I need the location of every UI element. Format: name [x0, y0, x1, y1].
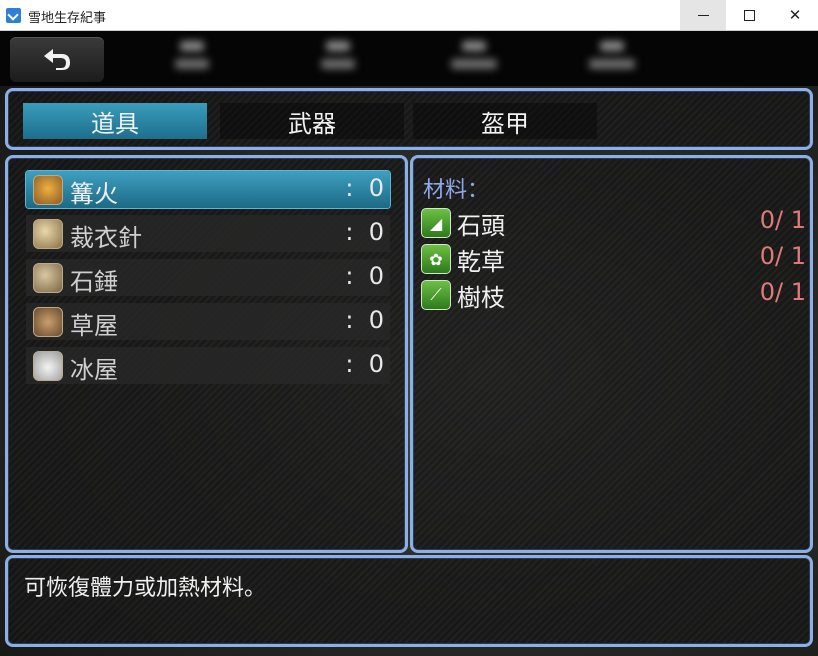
- game-screen: 道具 武器 盔甲 篝火 : 0 裁衣針 : 0 石錘 : 0 草屋 : 0 冰屋: [0, 31, 818, 656]
- materials-panel: 材料： ◢ 石頭 0/ 1 ✿ 乾草 0/ 1 ⟋ 樹枝 0/ 1: [410, 155, 813, 553]
- description-panel: 可恢復體力或加熱材料。: [5, 555, 813, 647]
- material-name: 石頭: [457, 212, 505, 240]
- item-row-grass-hut[interactable]: 草屋 : 0: [26, 303, 390, 340]
- material-row: ⟋ 樹枝 0/ 1: [421, 278, 806, 312]
- top-bar: [0, 31, 818, 86]
- category-tabs: 道具 武器 盔甲: [5, 88, 813, 150]
- item-row-campfire[interactable]: 篝火 : 0: [26, 171, 390, 208]
- item-description: 可恢復體力或加熱材料。: [24, 576, 267, 601]
- material-name: 乾草: [457, 248, 505, 276]
- maximize-icon: [743, 9, 755, 21]
- item-name: 冰屋: [70, 356, 118, 384]
- needle-icon: [33, 219, 63, 249]
- tab-armor[interactable]: 盔甲: [413, 103, 597, 139]
- material-name: 樹枝: [457, 284, 505, 312]
- close-button[interactable]: ✕: [772, 0, 818, 30]
- hut-icon: [33, 307, 63, 337]
- item-count: : 0: [345, 262, 384, 290]
- item-row-stone-hammer[interactable]: 石錘 : 0: [26, 259, 390, 296]
- item-count: : 0: [345, 306, 384, 334]
- minimize-button[interactable]: [680, 0, 726, 30]
- app-icon: [6, 8, 21, 23]
- material-count: 0/ 1: [759, 242, 806, 270]
- campfire-icon: [33, 175, 63, 205]
- stone-icon: ◢: [421, 208, 451, 238]
- hammer-icon: [33, 263, 63, 293]
- tab-label: 盔甲: [481, 109, 529, 138]
- hay-icon: ✿: [421, 244, 451, 274]
- material-row: ✿ 乾草 0/ 1: [421, 242, 806, 276]
- hidden-stat: [172, 39, 212, 75]
- hidden-stat: [448, 39, 500, 75]
- tab-label: 道具: [91, 109, 139, 138]
- item-name: 石錘: [70, 268, 118, 296]
- window-title: 雪地生存紀事: [28, 11, 107, 26]
- item-name: 裁衣針: [70, 224, 142, 252]
- hidden-stat: [318, 39, 358, 75]
- material-row: ◢ 石頭 0/ 1: [421, 206, 806, 240]
- window-titlebar: 雪地生存紀事 ✕: [0, 0, 818, 31]
- back-button[interactable]: [10, 37, 104, 82]
- minimize-icon: [697, 14, 709, 16]
- materials-title: 材料：: [423, 178, 490, 203]
- back-arrow-icon: [44, 49, 70, 70]
- igloo-icon: [33, 351, 63, 381]
- material-count: 0/ 1: [759, 206, 806, 234]
- tab-label: 武器: [288, 109, 336, 138]
- tab-items[interactable]: 道具: [23, 103, 207, 139]
- tab-weapons[interactable]: 武器: [220, 103, 404, 139]
- maximize-button[interactable]: [726, 0, 772, 30]
- item-count: : 0: [345, 218, 384, 246]
- item-count: : 0: [345, 350, 384, 378]
- item-count: : 0: [345, 174, 384, 202]
- item-row-igloo[interactable]: 冰屋 : 0: [26, 347, 390, 384]
- item-name: 草屋: [70, 312, 118, 340]
- hidden-stat: [586, 39, 638, 75]
- close-icon: ✕: [788, 6, 802, 24]
- item-list: 篝火 : 0 裁衣針 : 0 石錘 : 0 草屋 : 0 冰屋 : 0: [5, 155, 408, 553]
- item-name: 篝火: [70, 180, 118, 208]
- branch-icon: ⟋: [421, 280, 451, 310]
- material-count: 0/ 1: [759, 278, 806, 306]
- item-row-needle[interactable]: 裁衣針 : 0: [26, 215, 390, 252]
